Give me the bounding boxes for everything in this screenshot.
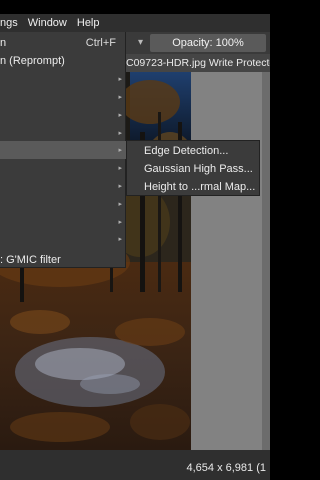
vertical-scrollbar[interactable] [262, 72, 270, 450]
menu-item-label: n (Reprompt) [0, 55, 65, 67]
menu-item-label: : G'MIC filter [0, 254, 61, 266]
submenu-arrow-icon: ▸ [118, 183, 122, 190]
submenu-arrow-icon: ▸ [118, 165, 122, 172]
submenu-item-edge-detection[interactable]: Edge Detection... [127, 142, 259, 160]
menu-item-submenu[interactable]: ▸ [0, 70, 126, 88]
image-tab-title[interactable]: C09723-HDR.jpg Write Protecte [126, 57, 270, 69]
submenu-arrow-icon: ▸ [118, 76, 122, 83]
menu-filters[interactable]: ngs [0, 17, 23, 29]
submenu-item-label: Height to ...rmal Map... [144, 181, 256, 193]
submenu-arrow-icon: ▸ [118, 201, 122, 208]
menu-item-submenu[interactable]: ▸ [0, 195, 126, 213]
filters-dropdown-menu: n Ctrl+F n (Reprompt) ▸ ▸ ▸ ▸ ▸ ▸ ▸ ▸ ▸ … [0, 32, 126, 268]
menu-item-reprompt[interactable]: n (Reprompt) [0, 52, 126, 70]
edge-detect-submenu: Edge Detection... Gaussian High Pass... … [126, 140, 260, 196]
submenu-item-label: Gaussian High Pass... [144, 163, 253, 175]
menu-item-submenu[interactable]: ▸ [0, 159, 126, 177]
image-dimensions: 4,654 x 6,981 (1 [186, 462, 266, 474]
submenu-item-label: Edge Detection... [144, 145, 229, 157]
menu-item-label: n [0, 37, 7, 49]
menu-item-submenu[interactable]: ▸ [0, 230, 126, 248]
menu-item-submenu[interactable]: ▸ [0, 213, 126, 231]
menu-item-submenu[interactable]: ▸ [0, 88, 126, 106]
menu-item-repeat[interactable]: n Ctrl+F [0, 34, 126, 52]
menu-help[interactable]: Help [72, 17, 105, 29]
menubar: ngs Window Help [0, 14, 270, 32]
menu-item-shortcut: Ctrl+F [85, 37, 116, 49]
menu-item-submenu[interactable]: ▸ [0, 177, 126, 195]
menu-item-gmic-filter[interactable]: : G'MIC filter [0, 251, 126, 269]
dropdown-arrow-icon[interactable]: ▾ [138, 37, 143, 48]
menu-item-submenu[interactable]: ▸ [0, 106, 126, 124]
submenu-arrow-icon: ▸ [118, 130, 122, 137]
submenu-arrow-icon: ▸ [118, 147, 122, 154]
opacity-slider[interactable]: Opacity: 100% [150, 34, 266, 52]
menu-item-submenu[interactable]: ▸ [0, 124, 126, 142]
submenu-arrow-icon: ▸ [118, 236, 122, 243]
submenu-arrow-icon: ▸ [118, 112, 122, 119]
submenu-arrow-icon: ▸ [118, 219, 122, 226]
menu-item-submenu-highlighted[interactable]: ▸ [0, 141, 126, 159]
menu-window[interactable]: Window [23, 17, 72, 29]
submenu-item-gaussian-high-pass[interactable]: Gaussian High Pass... [127, 160, 259, 178]
system-status-strip [0, 0, 270, 14]
submenu-arrow-icon: ▸ [118, 94, 122, 101]
submenu-item-height-to-normal-map[interactable]: Height to ...rmal Map... [127, 178, 259, 196]
